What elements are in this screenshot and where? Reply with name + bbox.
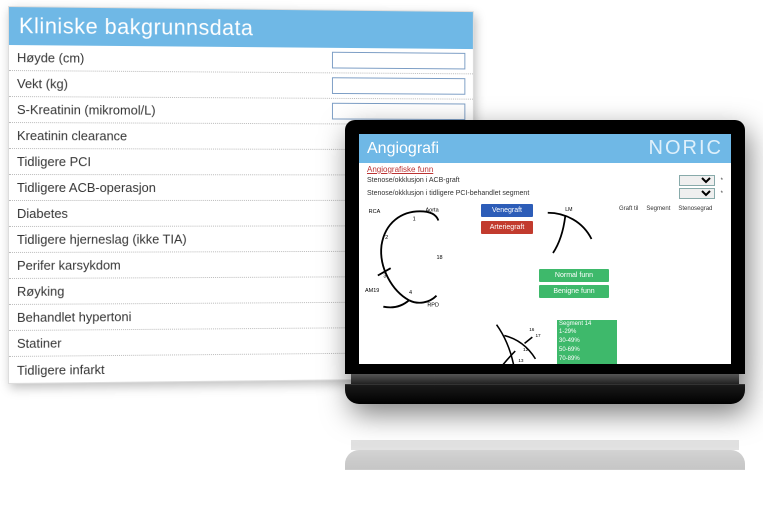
col-stenose: Stenosegrad <box>678 206 712 212</box>
stenose-1[interactable]: 1-29% <box>557 328 617 337</box>
svg-text:Aorta: Aorta <box>426 207 440 213</box>
svg-text:18: 18 <box>437 255 443 261</box>
svg-text:12: 12 <box>523 347 529 352</box>
screen-subtitle: Angiografiske funn <box>359 163 731 174</box>
tag-benigne[interactable]: Benigne funn <box>539 285 609 298</box>
tag-venegraft[interactable]: Venegraft <box>481 204 533 217</box>
stenose-2[interactable]: 30-49% <box>557 337 617 346</box>
row-height: Høyde (cm) <box>9 45 473 74</box>
svg-text:3: 3 <box>383 273 386 279</box>
label-acb-graft: Stenose/okklusjon i ACB-graft <box>367 177 460 184</box>
col-segment: Segment <box>646 206 670 212</box>
coronary-tree-lm: LM Normal funn Benigne funn <box>539 204 609 316</box>
brand: NORIC <box>649 137 723 160</box>
svg-text:RPD: RPD <box>427 303 439 309</box>
svg-text:AM19: AM19 <box>365 288 379 294</box>
laptop-hinge <box>351 374 739 384</box>
coronary-tree-rca: RCA Aorta AM19 RPD 1 2 3 4 18 <box>365 204 475 316</box>
select-pci-segment[interactable] <box>679 188 715 199</box>
label-weight: Vekt (kg) <box>17 76 332 93</box>
svg-text:16: 16 <box>529 327 535 332</box>
svg-text:LM: LM <box>565 207 572 213</box>
stenose-4[interactable]: 70-89% <box>557 355 617 364</box>
screen-title: Angiografi <box>367 140 439 158</box>
row-weight: Vekt (kg) <box>9 71 473 100</box>
laptop-frame: Angiografi NORIC Angiografiske funn Sten… <box>345 120 745 374</box>
svg-text:RCA: RCA <box>369 209 381 215</box>
form-title: Kliniske bakgrunnsdata <box>9 7 473 49</box>
svg-text:13: 13 <box>518 358 524 363</box>
right-panel: Graft til Segment Stenosegrad <box>615 204 725 316</box>
col-graft: Graft til <box>619 206 638 212</box>
label-pci-segment: Stenose/okklusjon i tidligere PCI-behand… <box>367 190 529 197</box>
line-pci-segment: Stenose/okklusjon i tidligere PCI-behand… <box>359 187 731 200</box>
select-acb-graft[interactable] <box>679 175 715 186</box>
svg-text:4: 4 <box>409 290 412 296</box>
laptop-base <box>345 384 745 404</box>
svg-text:17: 17 <box>535 333 541 338</box>
screen-header: Angiografi NORIC <box>359 134 731 163</box>
line-acb-graft: Stenose/okklusjon i ACB-graft * <box>359 174 731 187</box>
tag-column: Venegraft Arteriegraft <box>481 204 533 316</box>
input-weight[interactable] <box>332 77 465 94</box>
input-height[interactable] <box>332 52 465 70</box>
laptop: Angiografi NORIC Angiografiske funn Sten… <box>345 120 745 404</box>
tag-arteriegraft[interactable]: Arteriegraft <box>481 221 533 234</box>
svg-text:2: 2 <box>385 235 388 241</box>
stenose-head: Segment 14 <box>557 320 617 328</box>
svg-text:1: 1 <box>413 217 416 223</box>
stenose-list: Segment 14 1-29% 30-49% 50-69% 70-89% 90… <box>557 320 617 364</box>
screen-body: RCA Aorta AM19 RPD 1 2 3 4 18 <box>359 200 731 320</box>
tag-normal[interactable]: Normal funn <box>539 269 609 282</box>
label-height: Høyde (cm) <box>17 50 332 67</box>
laptop-reflection <box>345 400 745 470</box>
label-creatinine: S-Kreatinin (mikromol/L) <box>17 102 332 118</box>
input-creatinine[interactable] <box>332 103 465 120</box>
laptop-screen: Angiografi NORIC Angiografiske funn Sten… <box>359 134 731 364</box>
coronary-tree-lower: 16 17 12 13 14 15 <box>481 320 551 364</box>
stenose-3[interactable]: 50-69% <box>557 346 617 355</box>
